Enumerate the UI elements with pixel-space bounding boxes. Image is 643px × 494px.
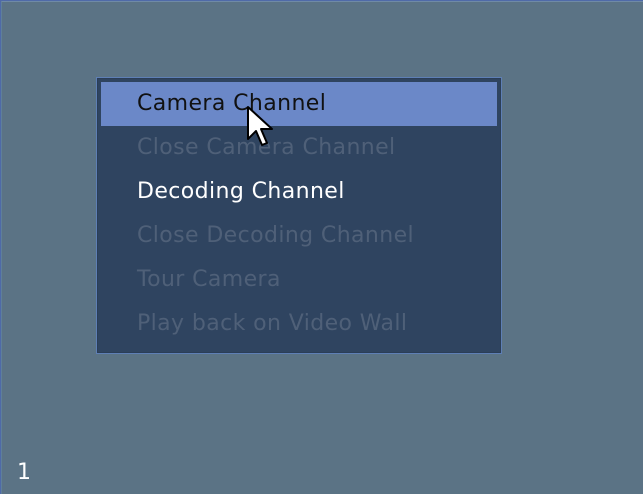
menu-item-close-camera-channel: Close Camera Channel bbox=[137, 135, 396, 160]
context-menu-list: Camera Channel Close Camera Channel Deco… bbox=[101, 82, 497, 346]
menu-item-close-decoding-channel: Close Decoding Channel bbox=[137, 223, 415, 248]
context-menu: Camera Channel Close Camera Channel Deco… bbox=[96, 77, 502, 354]
menu-item-camera-channel[interactable]: Camera Channel bbox=[101, 82, 497, 126]
menu-item-play-back-on-video-wall: Play back on Video Wall bbox=[137, 311, 408, 336]
menu-item-decoding-channel[interactable]: Decoding Channel bbox=[101, 170, 497, 214]
menu-item-tour-camera: Tour Camera bbox=[137, 267, 281, 292]
video-window-number: 1 bbox=[17, 460, 31, 485]
video-window-pane[interactable]: Camera Channel Close Camera Channel Deco… bbox=[0, 0, 643, 494]
